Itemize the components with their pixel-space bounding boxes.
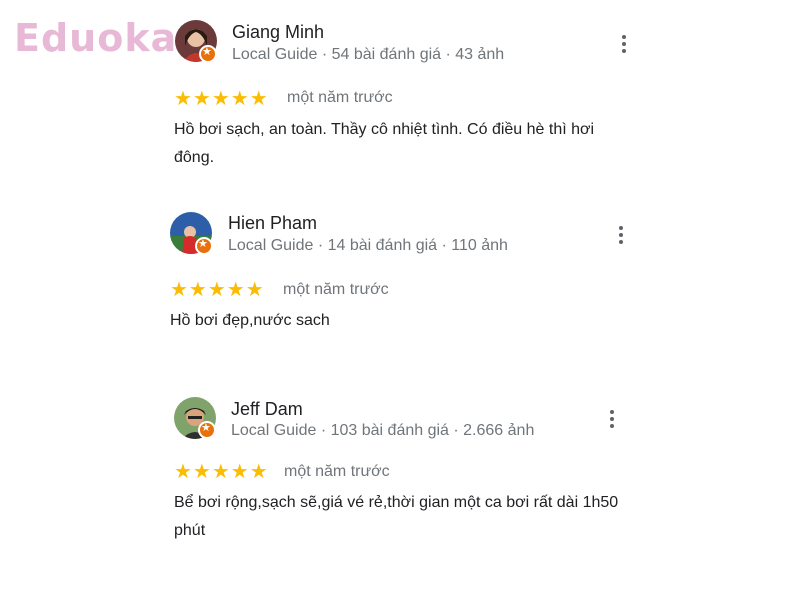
star-rating: ★★★★★ <box>174 88 269 110</box>
more-options-icon[interactable] <box>604 409 620 429</box>
more-options-icon[interactable] <box>616 34 632 54</box>
local-guide-badge-icon <box>198 421 216 439</box>
review-text: Hồ bơi đẹp,nước sach <box>170 312 330 329</box>
reviewer-meta: Local Guide · 103 bài đánh giá · 2.666 ả… <box>231 422 535 439</box>
star-rating: ★★★★★ <box>174 461 269 483</box>
more-options-icon[interactable] <box>613 225 629 245</box>
local-guide-badge-icon <box>199 45 217 63</box>
reviewer-name[interactable]: Giang Minh <box>232 22 324 43</box>
eduoka-watermark: Eduoka <box>14 16 178 60</box>
star-rating: ★★★★★ <box>170 279 265 301</box>
review-time: một năm trước <box>283 281 389 298</box>
review-text: Hồ bơi sạch, an toàn. Thầy cô nhiệt tình… <box>174 121 595 166</box>
reviewer-meta: Local Guide · 54 bài đánh giá · 43 ảnh <box>232 46 505 63</box>
review-time: một năm trước <box>284 463 390 480</box>
review-time: một năm trước <box>287 89 393 106</box>
local-guide-badge-icon <box>195 237 213 255</box>
reviewer-name[interactable]: Hien Pham <box>228 213 317 234</box>
review-text: Bể bơi rộng,sạch sẽ,giá vé rẻ,thời gian … <box>174 494 619 539</box>
reviewer-meta: Local Guide · 14 bài đánh giá · 110 ảnh <box>228 237 508 254</box>
reviewer-name[interactable]: Jeff Dam <box>231 399 303 420</box>
